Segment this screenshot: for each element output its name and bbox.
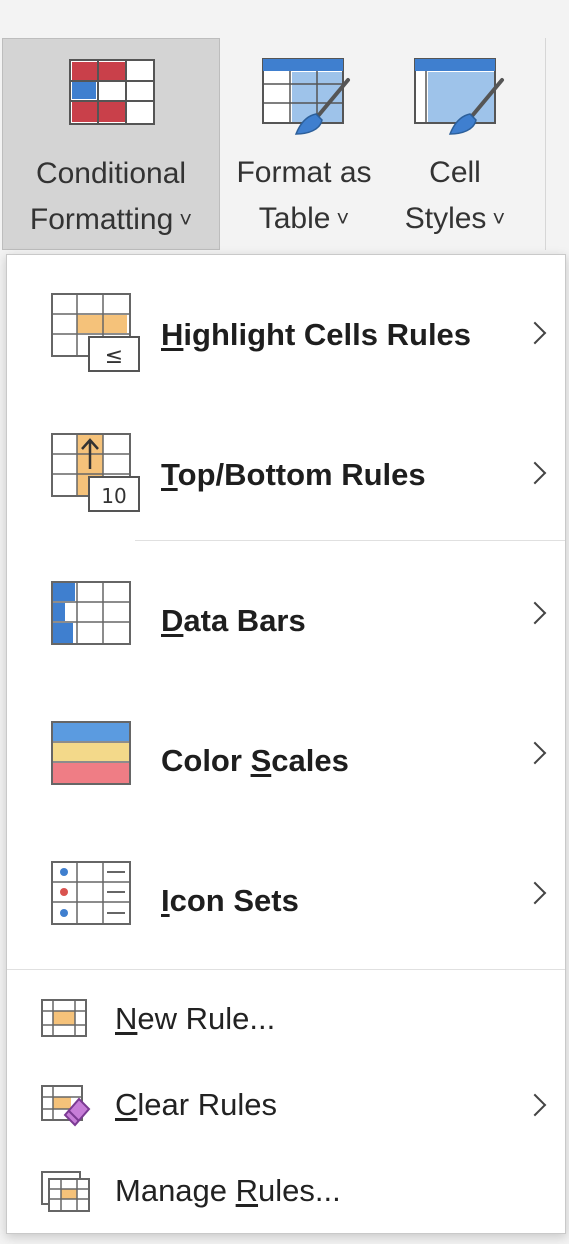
color-scales-icon xyxy=(51,721,131,785)
chevron-right-icon xyxy=(523,321,547,345)
icon-sets-label: Icon Sets xyxy=(161,883,299,918)
conditional-formatting-button[interactable]: Conditional Formatting ˅ xyxy=(2,38,220,250)
new-rule-label: New Rule... xyxy=(115,1001,276,1036)
highlight-cells-label: Highlight Cells Rules xyxy=(161,317,472,352)
color-scales-label: Color Scales xyxy=(161,743,349,778)
ribbon-separator xyxy=(545,38,546,250)
data-bars-label: Data Bars xyxy=(161,603,306,638)
menu-item-color-scales[interactable]: Color Scales xyxy=(7,691,565,831)
menu-item-icon-sets[interactable]: Icon Sets xyxy=(7,831,565,971)
cell-styles-button[interactable]: Cell Styles ˅ xyxy=(388,38,522,250)
format-as-table-label-2: Table xyxy=(258,202,331,235)
conditional-formatting-icon xyxy=(69,59,155,125)
format-as-table-button[interactable]: Format as Table ˅ xyxy=(222,38,386,250)
top-bottom-label: Top/Bottom Rules xyxy=(161,457,426,492)
menu-item-manage-rules[interactable]: Manage Rules... xyxy=(7,1149,565,1235)
menu-item-new-rule[interactable]: New Rule... xyxy=(7,977,565,1063)
menu-item-data-bars[interactable]: Data Bars xyxy=(7,551,565,691)
manage-rules-label: Manage Rules... xyxy=(115,1173,341,1208)
cell-styles-label-1: Cell xyxy=(429,156,481,189)
menu-item-highlight-cells-rules[interactable]: ≤ Highlight Cells Rules xyxy=(7,263,565,403)
highlight-cells-icon: ≤ xyxy=(51,293,140,372)
clear-rules-icon xyxy=(41,1085,91,1127)
chevron-right-icon xyxy=(523,1093,547,1117)
top-bottom-icon: 10 xyxy=(51,433,140,512)
icon-sets-icon xyxy=(51,861,131,925)
chevron-down-icon: ˅ xyxy=(492,206,506,231)
highlight-badge: ≤ xyxy=(105,344,123,369)
new-rule-icon xyxy=(41,999,87,1037)
chevron-right-icon xyxy=(523,741,547,765)
menu-divider xyxy=(7,969,565,970)
manage-rules-icon xyxy=(41,1171,90,1212)
chevron-down-icon: ˅ xyxy=(336,206,350,231)
conditional-formatting-label-2: Formatting xyxy=(29,203,174,236)
menu-divider xyxy=(135,540,565,541)
menu-item-clear-rules[interactable]: Clear Rules xyxy=(7,1063,565,1149)
ribbon-styles-group: Conditional Formatting ˅ Format as Table ˅ xyxy=(0,0,569,258)
format-as-table-label-1: Format as xyxy=(236,156,372,189)
data-bars-icon xyxy=(51,581,131,645)
chevron-down-icon: ˅ xyxy=(179,207,193,232)
chevron-right-icon xyxy=(523,461,547,485)
top-bottom-badge: 10 xyxy=(101,484,126,508)
format-as-table-icon xyxy=(262,58,350,135)
conditional-formatting-menu: ≤ Highlight Cells Rules 10 Top/Bottom Ru… xyxy=(6,254,566,1234)
conditional-formatting-label-1: Conditional xyxy=(35,157,187,190)
menu-item-top-bottom-rules[interactable]: 10 Top/Bottom Rules xyxy=(7,403,565,543)
chevron-right-icon xyxy=(523,601,547,625)
chevron-right-icon xyxy=(523,881,547,905)
clear-rules-label: Clear Rules xyxy=(115,1087,277,1122)
cell-styles-label-2: Styles xyxy=(404,202,487,235)
cell-styles-icon xyxy=(414,58,504,135)
